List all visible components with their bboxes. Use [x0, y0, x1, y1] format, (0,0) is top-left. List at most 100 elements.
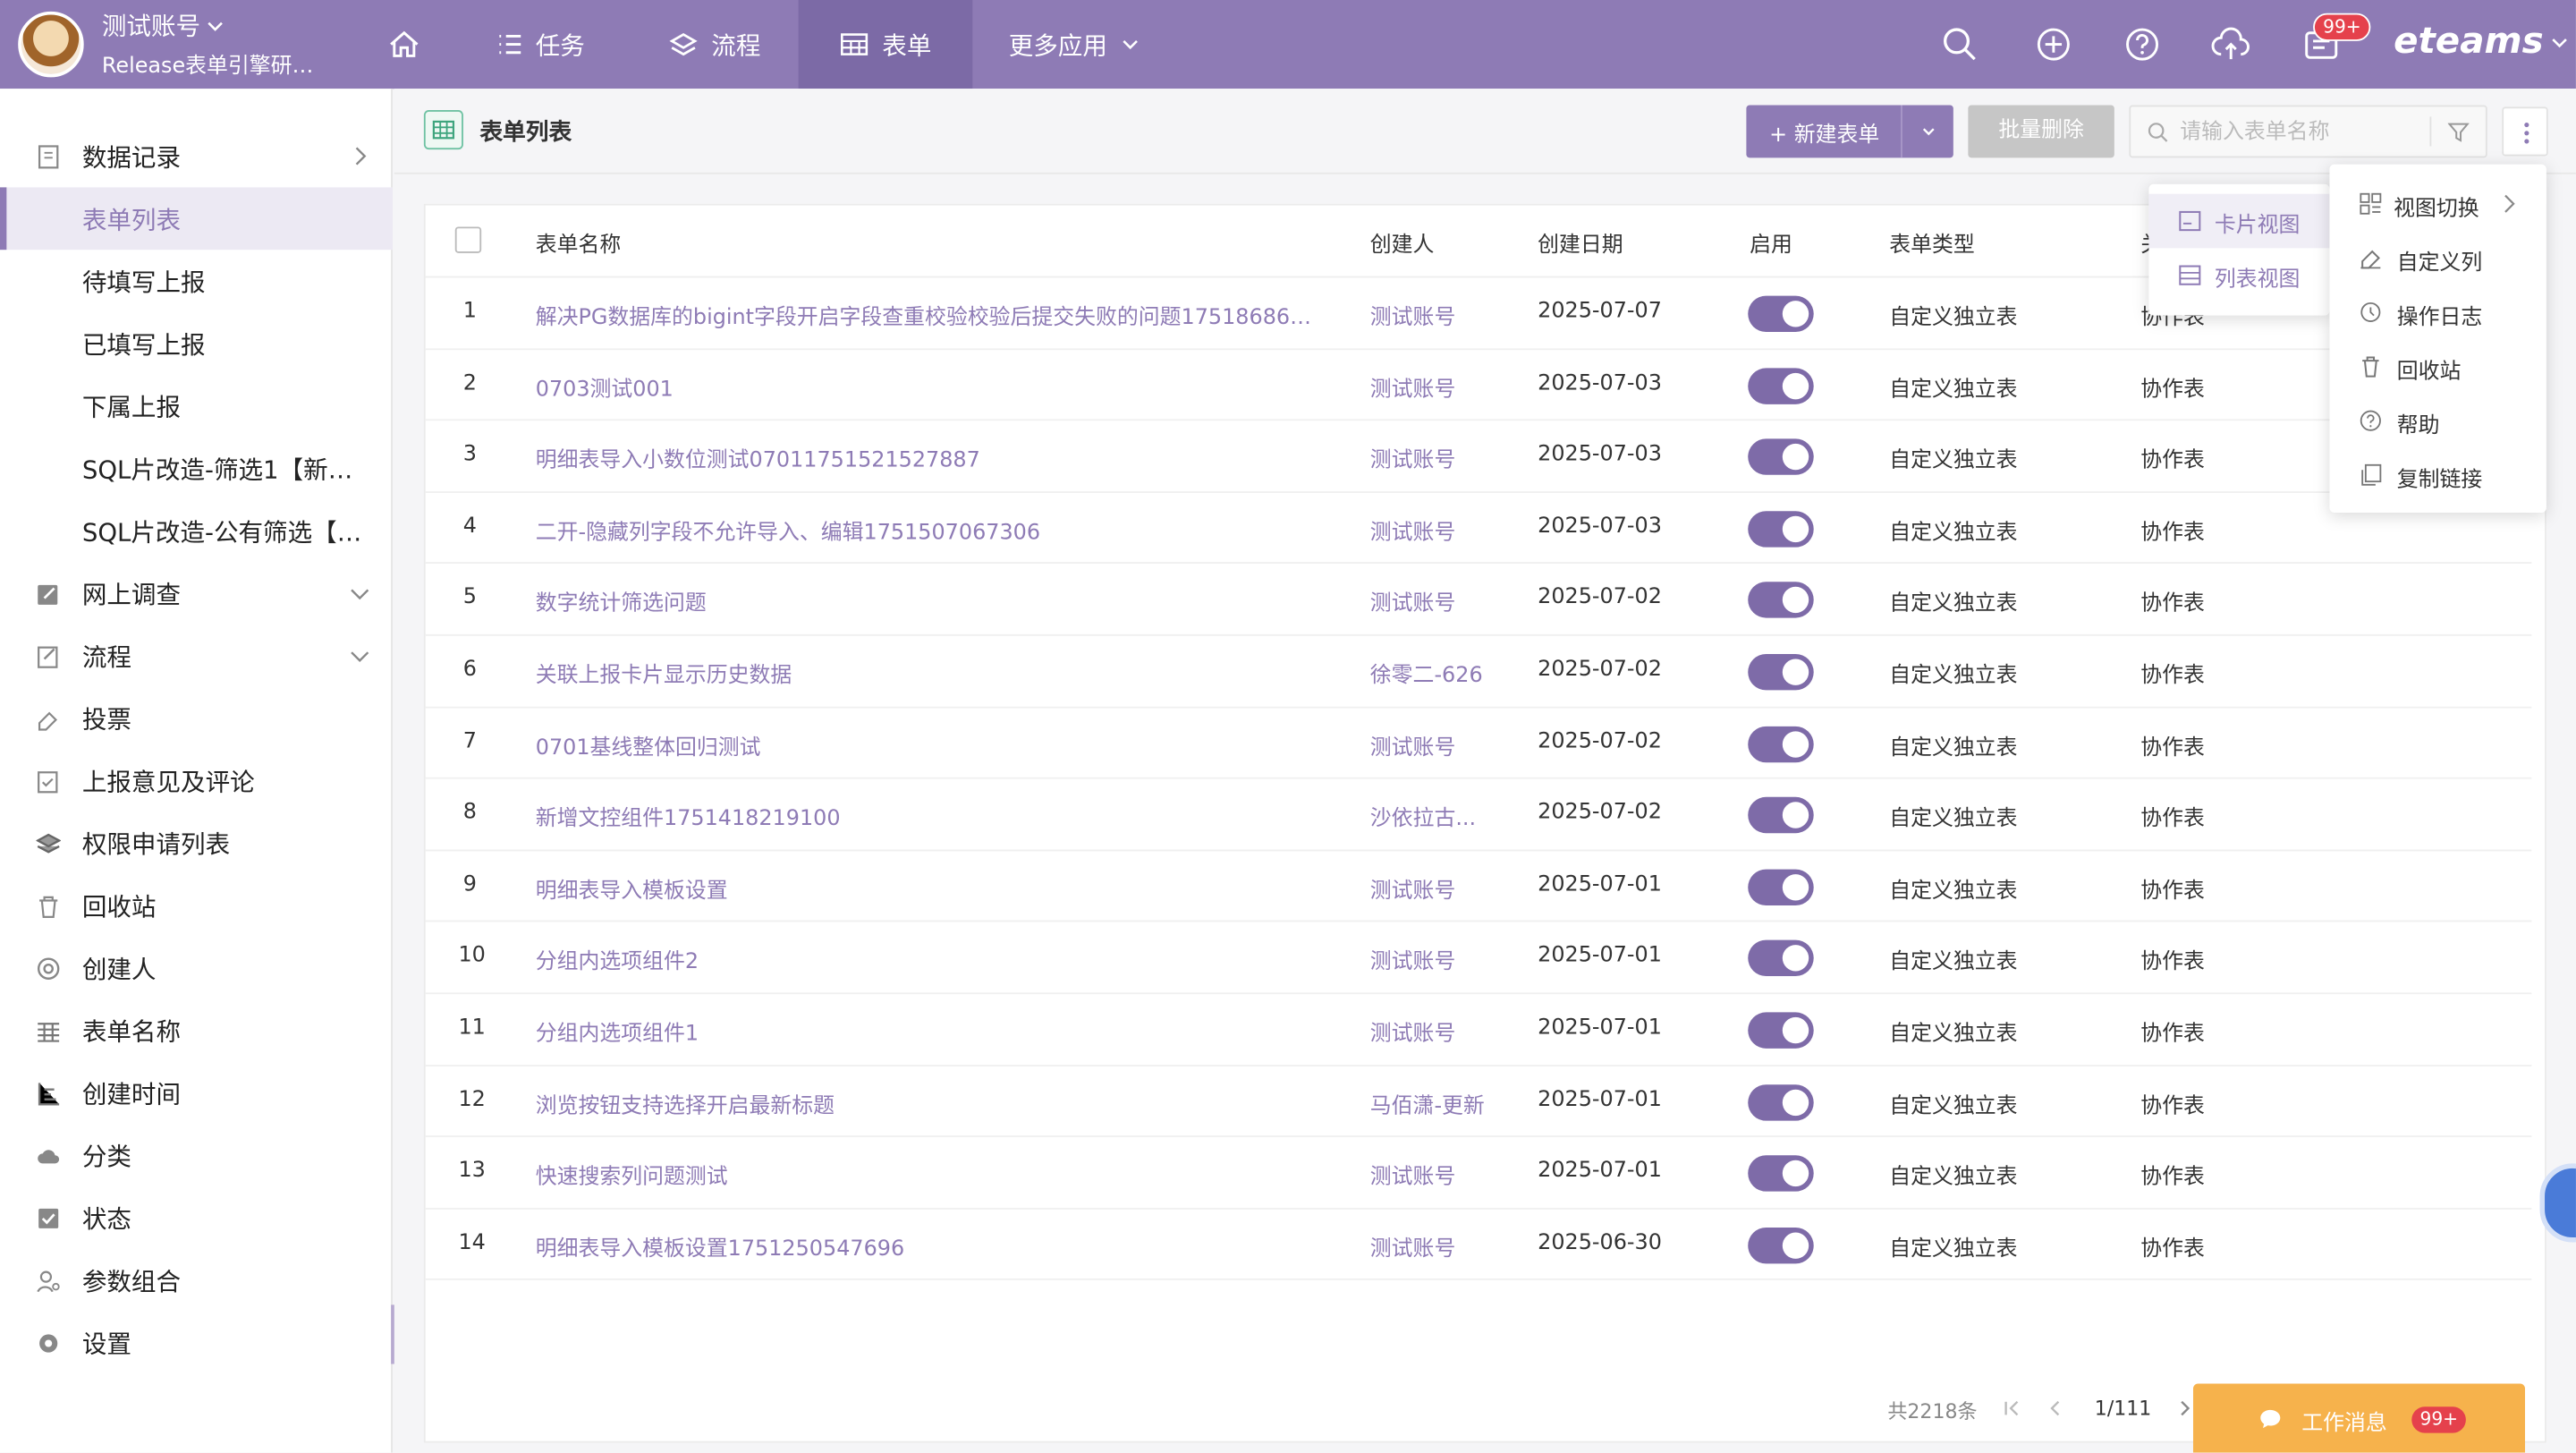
enable-toggle[interactable]	[1748, 367, 1814, 404]
table-row[interactable]: 7 0701基线整体回归测试 测试账号 2025-07-02 自定义独立表 协作表	[425, 708, 2532, 779]
table-row[interactable]: 8 新增文控组件1751418219100 沙依拉古... 2025-07-02 自定义…	[425, 779, 2532, 852]
form-name-link[interactable]: 0701基线整体回归测试	[536, 729, 761, 760]
creator-link[interactable]: 测试账号	[1370, 1230, 1456, 1262]
sidebar-item-settings[interactable]: 设置	[0, 1312, 393, 1374]
enable-toggle[interactable]	[1748, 510, 1814, 548]
table-row[interactable]: 4 二开-隐藏列字段不允许导入、编辑1751507067306 测试账号 2025-0…	[425, 493, 2532, 565]
enable-toggle[interactable]	[1748, 726, 1814, 762]
first-page-icon[interactable]	[2003, 1398, 2022, 1418]
column-header-type[interactable]: 表单类型	[1889, 226, 1975, 259]
account-switcher[interactable]: 测试账号	[102, 10, 225, 43]
sidebar-item-flow[interactable]: 流程	[0, 625, 393, 687]
sidebar-item-status[interactable]: 状态	[0, 1186, 393, 1249]
table-row[interactable]: 5 数字统计筛选问题 测试账号 2025-07-02 自定义独立表 协作表	[425, 565, 2532, 636]
table-row[interactable]: 9 明细表导入模板设置 测试账号 2025-07-01 自定义独立表 协作表	[425, 851, 2532, 923]
menu-item-operation-log[interactable]: 操作日志	[2329, 286, 2546, 341]
creator-link[interactable]: 测试账号	[1370, 299, 1456, 331]
table-row[interactable]: 14 明细表导入模板设置1751250547696 测试账号 2025-06-30 自定…	[425, 1209, 2532, 1281]
sidebar-item-feedback[interactable]: 上报意见及评论	[0, 750, 393, 812]
creator-link[interactable]: 测试账号	[1370, 586, 1456, 617]
creator-link[interactable]: 测试账号	[1370, 872, 1456, 904]
form-name-link[interactable]: 明细表导入模板设置	[536, 872, 728, 904]
form-name-link[interactable]: 明细表导入模板设置1751250547696	[536, 1230, 904, 1262]
search-icon[interactable]	[1938, 23, 1981, 66]
form-name-link[interactable]: 二开-隐藏列字段不允许导入、编辑1751507067306	[536, 514, 1040, 546]
enable-toggle[interactable]	[1748, 869, 1814, 905]
column-header-creator[interactable]: 创建人	[1370, 226, 1435, 259]
sidebar-item-filled-report[interactable]: 已填写上报	[0, 312, 393, 375]
filter-icon[interactable]	[2447, 122, 2470, 143]
work-messages-bar[interactable]: 工作消息 99+	[2192, 1383, 2526, 1453]
enable-toggle[interactable]	[1748, 1012, 1814, 1049]
sidebar-item-data-records[interactable]: 数据记录	[0, 125, 393, 188]
more-options-button[interactable]	[2502, 106, 2548, 157]
sidebar-item-permission-requests[interactable]: 权限申请列表	[0, 811, 393, 874]
nav-tasks[interactable]: 任务	[463, 0, 618, 89]
menu-item-view-switch[interactable]: 视图切换	[2329, 177, 2546, 232]
menu-item-copy-link[interactable]: 复制链接	[2329, 448, 2546, 503]
creator-link[interactable]: 测试账号	[1370, 1015, 1456, 1047]
card-view-option[interactable]: 卡片视图	[2148, 193, 2330, 249]
nav-home[interactable]	[371, 0, 436, 89]
form-name-link[interactable]: 浏览按钮支持选择开启最新标题	[536, 1087, 835, 1118]
new-form-button[interactable]: + 新建表单	[1746, 115, 1901, 148]
creator-link[interactable]: 测试账号	[1370, 442, 1456, 474]
sidebar-item-sql-public-filter[interactable]: SQL片改造-公有筛选【公有】	[0, 499, 393, 562]
creator-link[interactable]: 徐零二-626	[1370, 658, 1483, 689]
table-row[interactable]: 2 0703测试001 测试账号 2025-07-03 自定义独立表 协作表	[425, 349, 2532, 421]
menu-item-help[interactable]: 帮助	[2329, 395, 2546, 449]
form-name-link[interactable]: 明细表导入小数位测试07011751521527887	[536, 442, 980, 474]
next-page-icon[interactable]	[2175, 1398, 2195, 1418]
creator-link[interactable]: 测试账号	[1370, 370, 1456, 403]
list-view-option[interactable]: 列表视图	[2148, 248, 2329, 302]
search-input[interactable]	[2180, 116, 2427, 147]
enable-toggle[interactable]	[1748, 438, 1814, 476]
prev-page-icon[interactable]	[2046, 1398, 2065, 1418]
sidebar-item-recycle-bin[interactable]: 回收站	[0, 874, 393, 937]
form-name-link[interactable]: 分组内选项组件1	[536, 1015, 699, 1047]
creator-link[interactable]: 测试账号	[1370, 1159, 1456, 1191]
enable-toggle[interactable]	[1748, 1083, 1814, 1120]
creator-link[interactable]: 测试账号	[1370, 514, 1456, 546]
sidebar-item-parameter-combo[interactable]: 参数组合	[0, 1249, 393, 1312]
sidebar-item-category[interactable]: 分类	[0, 1124, 393, 1186]
sidebar-item-creator[interactable]: 创建人	[0, 937, 393, 999]
sidebar-item-form-list[interactable]: 表单列表	[0, 187, 393, 251]
creator-link[interactable]: 沙依拉古...	[1370, 801, 1476, 832]
nav-forms[interactable]: 表单	[798, 0, 973, 89]
form-name-link[interactable]: 分组内选项组件2	[536, 944, 699, 975]
form-name-link[interactable]: 关联上报卡片显示历史数据	[536, 658, 792, 689]
form-name-link[interactable]: 数字统计筛选问题	[536, 586, 707, 617]
sidebar-item-pending-report[interactable]: 待填写上报	[0, 250, 393, 312]
brand-switcher[interactable]: eteams	[2394, 21, 2570, 63]
column-header-date[interactable]: 创建日期	[1538, 226, 1623, 259]
form-name-link[interactable]: 新增文控组件1751418219100	[536, 801, 841, 832]
form-name-link[interactable]: 0703测试001	[536, 370, 674, 403]
enable-toggle[interactable]	[1748, 654, 1814, 691]
column-header-enabled[interactable]: 启用	[1750, 226, 1792, 259]
table-row[interactable]: 10 分组内选项组件2 测试账号 2025-07-01 自定义独立表 协作表	[425, 922, 2532, 995]
sidebar-item-vote[interactable]: 投票	[0, 687, 393, 750]
cloud-upload-icon[interactable]	[2209, 23, 2252, 66]
enable-toggle[interactable]	[1748, 295, 1814, 333]
help-icon[interactable]	[2121, 23, 2164, 66]
menu-item-custom-columns[interactable]: 自定义列	[2329, 232, 2546, 286]
sidebar-item-create-time[interactable]: 创建时间	[0, 1062, 393, 1125]
enable-toggle[interactable]	[1748, 797, 1814, 834]
sidebar-item-sql-filter-1[interactable]: SQL片改造-筛选1【新建筛选】	[0, 438, 393, 500]
enable-toggle[interactable]	[1748, 1155, 1814, 1192]
enable-toggle[interactable]	[1748, 1227, 1814, 1264]
enable-toggle[interactable]	[1748, 940, 1814, 977]
table-row[interactable]: 6 关联上报卡片显示历史数据 徐零二-626 2025-07-02 自定义独立表 协作表	[425, 636, 2532, 708]
form-name-link[interactable]: 快速搜索列问题测试	[536, 1159, 728, 1191]
nav-flow[interactable]: 流程	[640, 0, 788, 89]
table-row[interactable]: 13 快速搜索列问题测试 测试账号 2025-07-01 自定义独立表 协作表	[425, 1137, 2532, 1210]
creator-link[interactable]: 马佰潇-更新	[1370, 1087, 1485, 1118]
table-row[interactable]: 11 分组内选项组件1 测试账号 2025-07-01 自定义独立表 协作表	[425, 994, 2532, 1066]
enable-toggle[interactable]	[1748, 582, 1814, 619]
creator-link[interactable]: 测试账号	[1370, 944, 1456, 975]
add-circle-icon[interactable]	[2032, 23, 2075, 66]
menu-item-recycle-bin[interactable]: 回收站	[2329, 340, 2546, 395]
sidebar-item-form-name[interactable]: 表单名称	[0, 999, 393, 1062]
table-row[interactable]: 12 浏览按钮支持选择开启最新标题 马佰潇-更新 2025-07-01 自定义独立表 协作…	[425, 1066, 2532, 1138]
